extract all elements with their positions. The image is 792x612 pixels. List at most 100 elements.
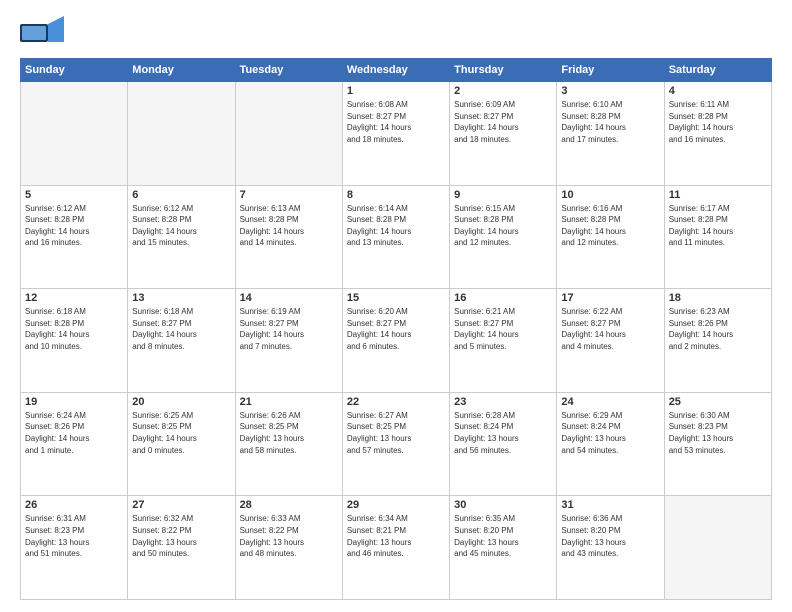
day-info: Sunrise: 6:18 AMSunset: 8:27 PMDaylight:… bbox=[132, 306, 230, 352]
day-cell: 22 Sunrise: 6:27 AMSunset: 8:25 PMDayligh… bbox=[342, 392, 449, 496]
day-info: Sunrise: 6:27 AMSunset: 8:25 PMDaylight:… bbox=[347, 410, 445, 456]
day-cell bbox=[664, 496, 771, 600]
weekday-header-wednesday: Wednesday bbox=[342, 59, 449, 82]
day-number: 15 bbox=[347, 292, 445, 304]
day-info: Sunrise: 6:09 AMSunset: 8:27 PMDaylight:… bbox=[454, 99, 552, 145]
day-info: Sunrise: 6:33 AMSunset: 8:22 PMDaylight:… bbox=[240, 513, 338, 559]
day-info: Sunrise: 6:12 AMSunset: 8:28 PMDaylight:… bbox=[25, 203, 123, 249]
weekday-header-row: SundayMondayTuesdayWednesdayThursdayFrid… bbox=[21, 59, 772, 82]
day-number: 8 bbox=[347, 189, 445, 201]
day-info: Sunrise: 6:25 AMSunset: 8:25 PMDaylight:… bbox=[132, 410, 230, 456]
day-cell: 25 Sunrise: 6:30 AMSunset: 8:23 PMDayligh… bbox=[664, 392, 771, 496]
weekday-header-saturday: Saturday bbox=[664, 59, 771, 82]
day-cell: 30 Sunrise: 6:35 AMSunset: 8:20 PMDayligh… bbox=[450, 496, 557, 600]
day-cell: 16Sunrise: 6:21 AMSunset: 8:27 PMDayligh… bbox=[450, 289, 557, 393]
day-cell: 6 Sunrise: 6:12 AMSunset: 8:28 PMDaylight… bbox=[128, 185, 235, 289]
day-number: 21 bbox=[240, 396, 338, 408]
day-cell: 28 Sunrise: 6:33 AMSunset: 8:22 PMDayligh… bbox=[235, 496, 342, 600]
day-number: 31 bbox=[561, 499, 659, 511]
day-cell: 14Sunrise: 6:19 AMSunset: 8:27 PMDayligh… bbox=[235, 289, 342, 393]
day-cell: 1Sunrise: 6:08 AMSunset: 8:27 PMDaylight… bbox=[342, 82, 449, 186]
weekday-header-sunday: Sunday bbox=[21, 59, 128, 82]
day-info: Sunrise: 6:36 AMSunset: 8:20 PMDaylight:… bbox=[561, 513, 659, 559]
calendar: SundayMondayTuesdayWednesdayThursdayFrid… bbox=[20, 58, 772, 600]
day-cell: 10 Sunrise: 6:16 AMSunset: 8:28 PMDayligh… bbox=[557, 185, 664, 289]
day-number: 13 bbox=[132, 292, 230, 304]
day-info: Sunrise: 6:16 AMSunset: 8:28 PMDaylight:… bbox=[561, 203, 659, 249]
day-number: 5 bbox=[25, 189, 123, 201]
header bbox=[20, 16, 772, 50]
day-info: Sunrise: 6:14 AMSunset: 8:28 PMDaylight:… bbox=[347, 203, 445, 249]
logo-icon bbox=[20, 16, 64, 50]
day-number: 19 bbox=[25, 396, 123, 408]
day-info: Sunrise: 6:18 AMSunset: 8:28 PMDaylight:… bbox=[25, 306, 123, 352]
day-cell: 17Sunrise: 6:22 AMSunset: 8:27 PMDayligh… bbox=[557, 289, 664, 393]
page: SundayMondayTuesdayWednesdayThursdayFrid… bbox=[0, 0, 792, 612]
week-row-2: 5 Sunrise: 6:12 AMSunset: 8:28 PMDaylight… bbox=[21, 185, 772, 289]
week-row-3: 12 Sunrise: 6:18 AMSunset: 8:28 PMDayligh… bbox=[21, 289, 772, 393]
day-cell: 9Sunrise: 6:15 AMSunset: 8:28 PMDaylight… bbox=[450, 185, 557, 289]
day-cell: 31 Sunrise: 6:36 AMSunset: 8:20 PMDayligh… bbox=[557, 496, 664, 600]
day-number: 22 bbox=[347, 396, 445, 408]
day-number: 16 bbox=[454, 292, 552, 304]
day-number: 24 bbox=[561, 396, 659, 408]
day-number: 17 bbox=[561, 292, 659, 304]
day-cell: 11 Sunrise: 6:17 AMSunset: 8:28 PMDayligh… bbox=[664, 185, 771, 289]
day-info: Sunrise: 6:11 AMSunset: 8:28 PMDaylight:… bbox=[669, 99, 767, 145]
day-number: 25 bbox=[669, 396, 767, 408]
day-number: 6 bbox=[132, 189, 230, 201]
week-row-5: 26Sunrise: 6:31 AMSunset: 8:23 PMDayligh… bbox=[21, 496, 772, 600]
day-cell: 20 Sunrise: 6:25 AMSunset: 8:25 PMDayligh… bbox=[128, 392, 235, 496]
day-info: Sunrise: 6:24 AMSunset: 8:26 PMDaylight:… bbox=[25, 410, 123, 456]
weekday-header-tuesday: Tuesday bbox=[235, 59, 342, 82]
day-info: Sunrise: 6:29 AMSunset: 8:24 PMDaylight:… bbox=[561, 410, 659, 456]
day-cell: 8 Sunrise: 6:14 AMSunset: 8:28 PMDaylight… bbox=[342, 185, 449, 289]
day-number: 27 bbox=[132, 499, 230, 511]
day-cell: 24 Sunrise: 6:29 AMSunset: 8:24 PMDayligh… bbox=[557, 392, 664, 496]
day-info: Sunrise: 6:35 AMSunset: 8:20 PMDaylight:… bbox=[454, 513, 552, 559]
day-cell: 18Sunrise: 6:23 AMSunset: 8:26 PMDayligh… bbox=[664, 289, 771, 393]
day-number: 20 bbox=[132, 396, 230, 408]
day-number: 3 bbox=[561, 85, 659, 97]
day-info: Sunrise: 6:28 AMSunset: 8:24 PMDaylight:… bbox=[454, 410, 552, 456]
day-info: Sunrise: 6:23 AMSunset: 8:26 PMDaylight:… bbox=[669, 306, 767, 352]
day-info: Sunrise: 6:32 AMSunset: 8:22 PMDaylight:… bbox=[132, 513, 230, 559]
day-cell: 15 Sunrise: 6:20 AMSunset: 8:27 PMDayligh… bbox=[342, 289, 449, 393]
day-cell bbox=[128, 82, 235, 186]
day-cell: 7 Sunrise: 6:13 AMSunset: 8:28 PMDaylight… bbox=[235, 185, 342, 289]
day-number: 9 bbox=[454, 189, 552, 201]
day-info: Sunrise: 6:10 AMSunset: 8:28 PMDaylight:… bbox=[561, 99, 659, 145]
day-cell bbox=[235, 82, 342, 186]
day-number: 11 bbox=[669, 189, 767, 201]
day-cell: 3 Sunrise: 6:10 AMSunset: 8:28 PMDaylight… bbox=[557, 82, 664, 186]
day-info: Sunrise: 6:20 AMSunset: 8:27 PMDaylight:… bbox=[347, 306, 445, 352]
day-cell: 19 Sunrise: 6:24 AMSunset: 8:26 PMDayligh… bbox=[21, 392, 128, 496]
day-cell: 26Sunrise: 6:31 AMSunset: 8:23 PMDayligh… bbox=[21, 496, 128, 600]
day-number: 28 bbox=[240, 499, 338, 511]
day-cell: 12 Sunrise: 6:18 AMSunset: 8:28 PMDayligh… bbox=[21, 289, 128, 393]
logo bbox=[20, 16, 68, 50]
day-number: 7 bbox=[240, 189, 338, 201]
day-number: 30 bbox=[454, 499, 552, 511]
day-info: Sunrise: 6:34 AMSunset: 8:21 PMDaylight:… bbox=[347, 513, 445, 559]
day-info: Sunrise: 6:12 AMSunset: 8:28 PMDaylight:… bbox=[132, 203, 230, 249]
day-cell: 2 Sunrise: 6:09 AMSunset: 8:27 PMDaylight… bbox=[450, 82, 557, 186]
day-number: 2 bbox=[454, 85, 552, 97]
day-info: Sunrise: 6:30 AMSunset: 8:23 PMDaylight:… bbox=[669, 410, 767, 456]
day-number: 12 bbox=[25, 292, 123, 304]
week-row-4: 19 Sunrise: 6:24 AMSunset: 8:26 PMDayligh… bbox=[21, 392, 772, 496]
day-info: Sunrise: 6:19 AMSunset: 8:27 PMDaylight:… bbox=[240, 306, 338, 352]
day-cell: 5 Sunrise: 6:12 AMSunset: 8:28 PMDaylight… bbox=[21, 185, 128, 289]
weekday-header-monday: Monday bbox=[128, 59, 235, 82]
day-info: Sunrise: 6:17 AMSunset: 8:28 PMDaylight:… bbox=[669, 203, 767, 249]
day-number: 4 bbox=[669, 85, 767, 97]
day-cell: 4 Sunrise: 6:11 AMSunset: 8:28 PMDaylight… bbox=[664, 82, 771, 186]
week-row-1: 1Sunrise: 6:08 AMSunset: 8:27 PMDaylight… bbox=[21, 82, 772, 186]
day-cell: 13 Sunrise: 6:18 AMSunset: 8:27 PMDayligh… bbox=[128, 289, 235, 393]
day-number: 10 bbox=[561, 189, 659, 201]
day-cell: 23Sunrise: 6:28 AMSunset: 8:24 PMDayligh… bbox=[450, 392, 557, 496]
day-info: Sunrise: 6:26 AMSunset: 8:25 PMDaylight:… bbox=[240, 410, 338, 456]
day-number: 29 bbox=[347, 499, 445, 511]
day-cell: 27 Sunrise: 6:32 AMSunset: 8:22 PMDayligh… bbox=[128, 496, 235, 600]
day-info: Sunrise: 6:13 AMSunset: 8:28 PMDaylight:… bbox=[240, 203, 338, 249]
